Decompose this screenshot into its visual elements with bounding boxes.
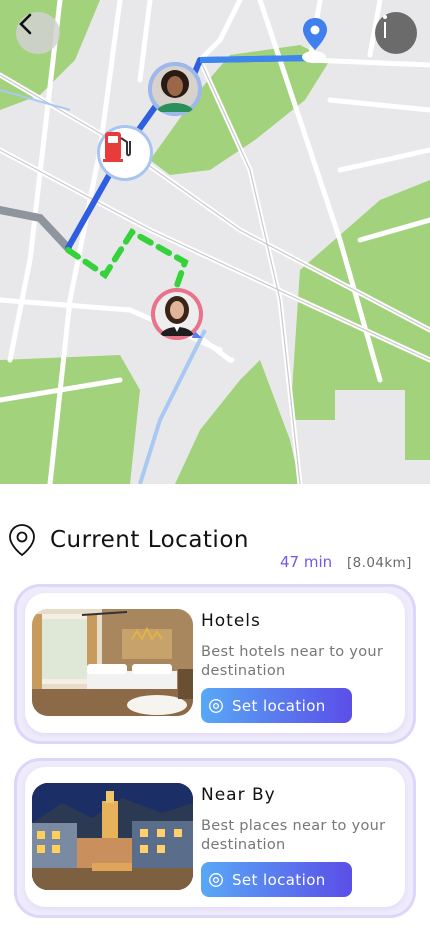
hotels-card-container: Hotels Best hotels near to your destinat… bbox=[14, 584, 416, 744]
map-view[interactable] bbox=[0, 0, 430, 484]
target-icon bbox=[209, 872, 223, 887]
fuel-pump-icon bbox=[103, 132, 131, 162]
hotels-title: Hotels bbox=[201, 611, 261, 631]
nearby-card[interactable]: Near By Best places near to your destina… bbox=[25, 767, 405, 907]
nearby-set-location-button[interactable]: Set location bbox=[201, 862, 352, 897]
set-location-label: Set location bbox=[232, 696, 326, 715]
nearby-title: Near By bbox=[201, 785, 276, 805]
target-icon bbox=[209, 698, 223, 713]
info-icon bbox=[383, 15, 387, 38]
hotel-room-image bbox=[32, 609, 193, 716]
fuel-station-marker[interactable] bbox=[97, 125, 153, 181]
nearby-town-image bbox=[32, 783, 193, 890]
nearby-card-container: Near By Best places near to your destina… bbox=[14, 758, 416, 918]
nearby-description: Best places near to your destination bbox=[201, 818, 386, 853]
info-button[interactable] bbox=[375, 12, 417, 54]
current-location-header: Current Location bbox=[8, 520, 418, 560]
driver-avatar[interactable] bbox=[148, 62, 202, 116]
distance-text: [8.04km] bbox=[347, 555, 412, 571]
location-pin-outline-icon bbox=[9, 524, 35, 557]
eta-text: 47 min bbox=[280, 553, 333, 571]
hotels-description: Best hotels near to your destination bbox=[201, 644, 384, 679]
user-avatar[interactable] bbox=[151, 288, 203, 340]
current-location-title: Current Location bbox=[50, 527, 249, 553]
back-button[interactable] bbox=[16, 12, 60, 54]
map-canvas bbox=[0, 0, 430, 484]
chevron-left-icon bbox=[19, 13, 32, 35]
hotels-card[interactable]: Hotels Best hotels near to your destinat… bbox=[25, 593, 405, 733]
hotels-set-location-button[interactable]: Set location bbox=[201, 688, 352, 723]
set-location-label: Set location bbox=[232, 870, 326, 889]
